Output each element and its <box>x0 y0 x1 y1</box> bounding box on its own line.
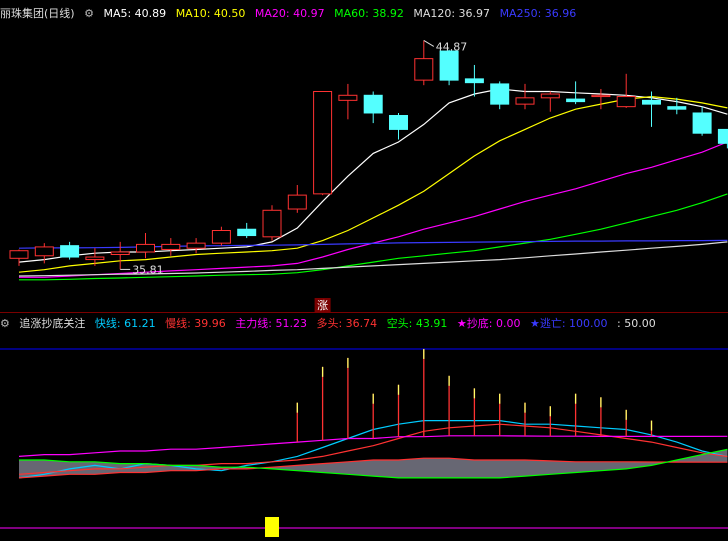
bottom-signal-marker <box>265 517 279 537</box>
indicator-chart <box>0 348 728 537</box>
chart-window: 丽珠集团(日线) ⚙ MA5: 40.89 MA10: 40.50 MA20: … <box>0 0 728 541</box>
